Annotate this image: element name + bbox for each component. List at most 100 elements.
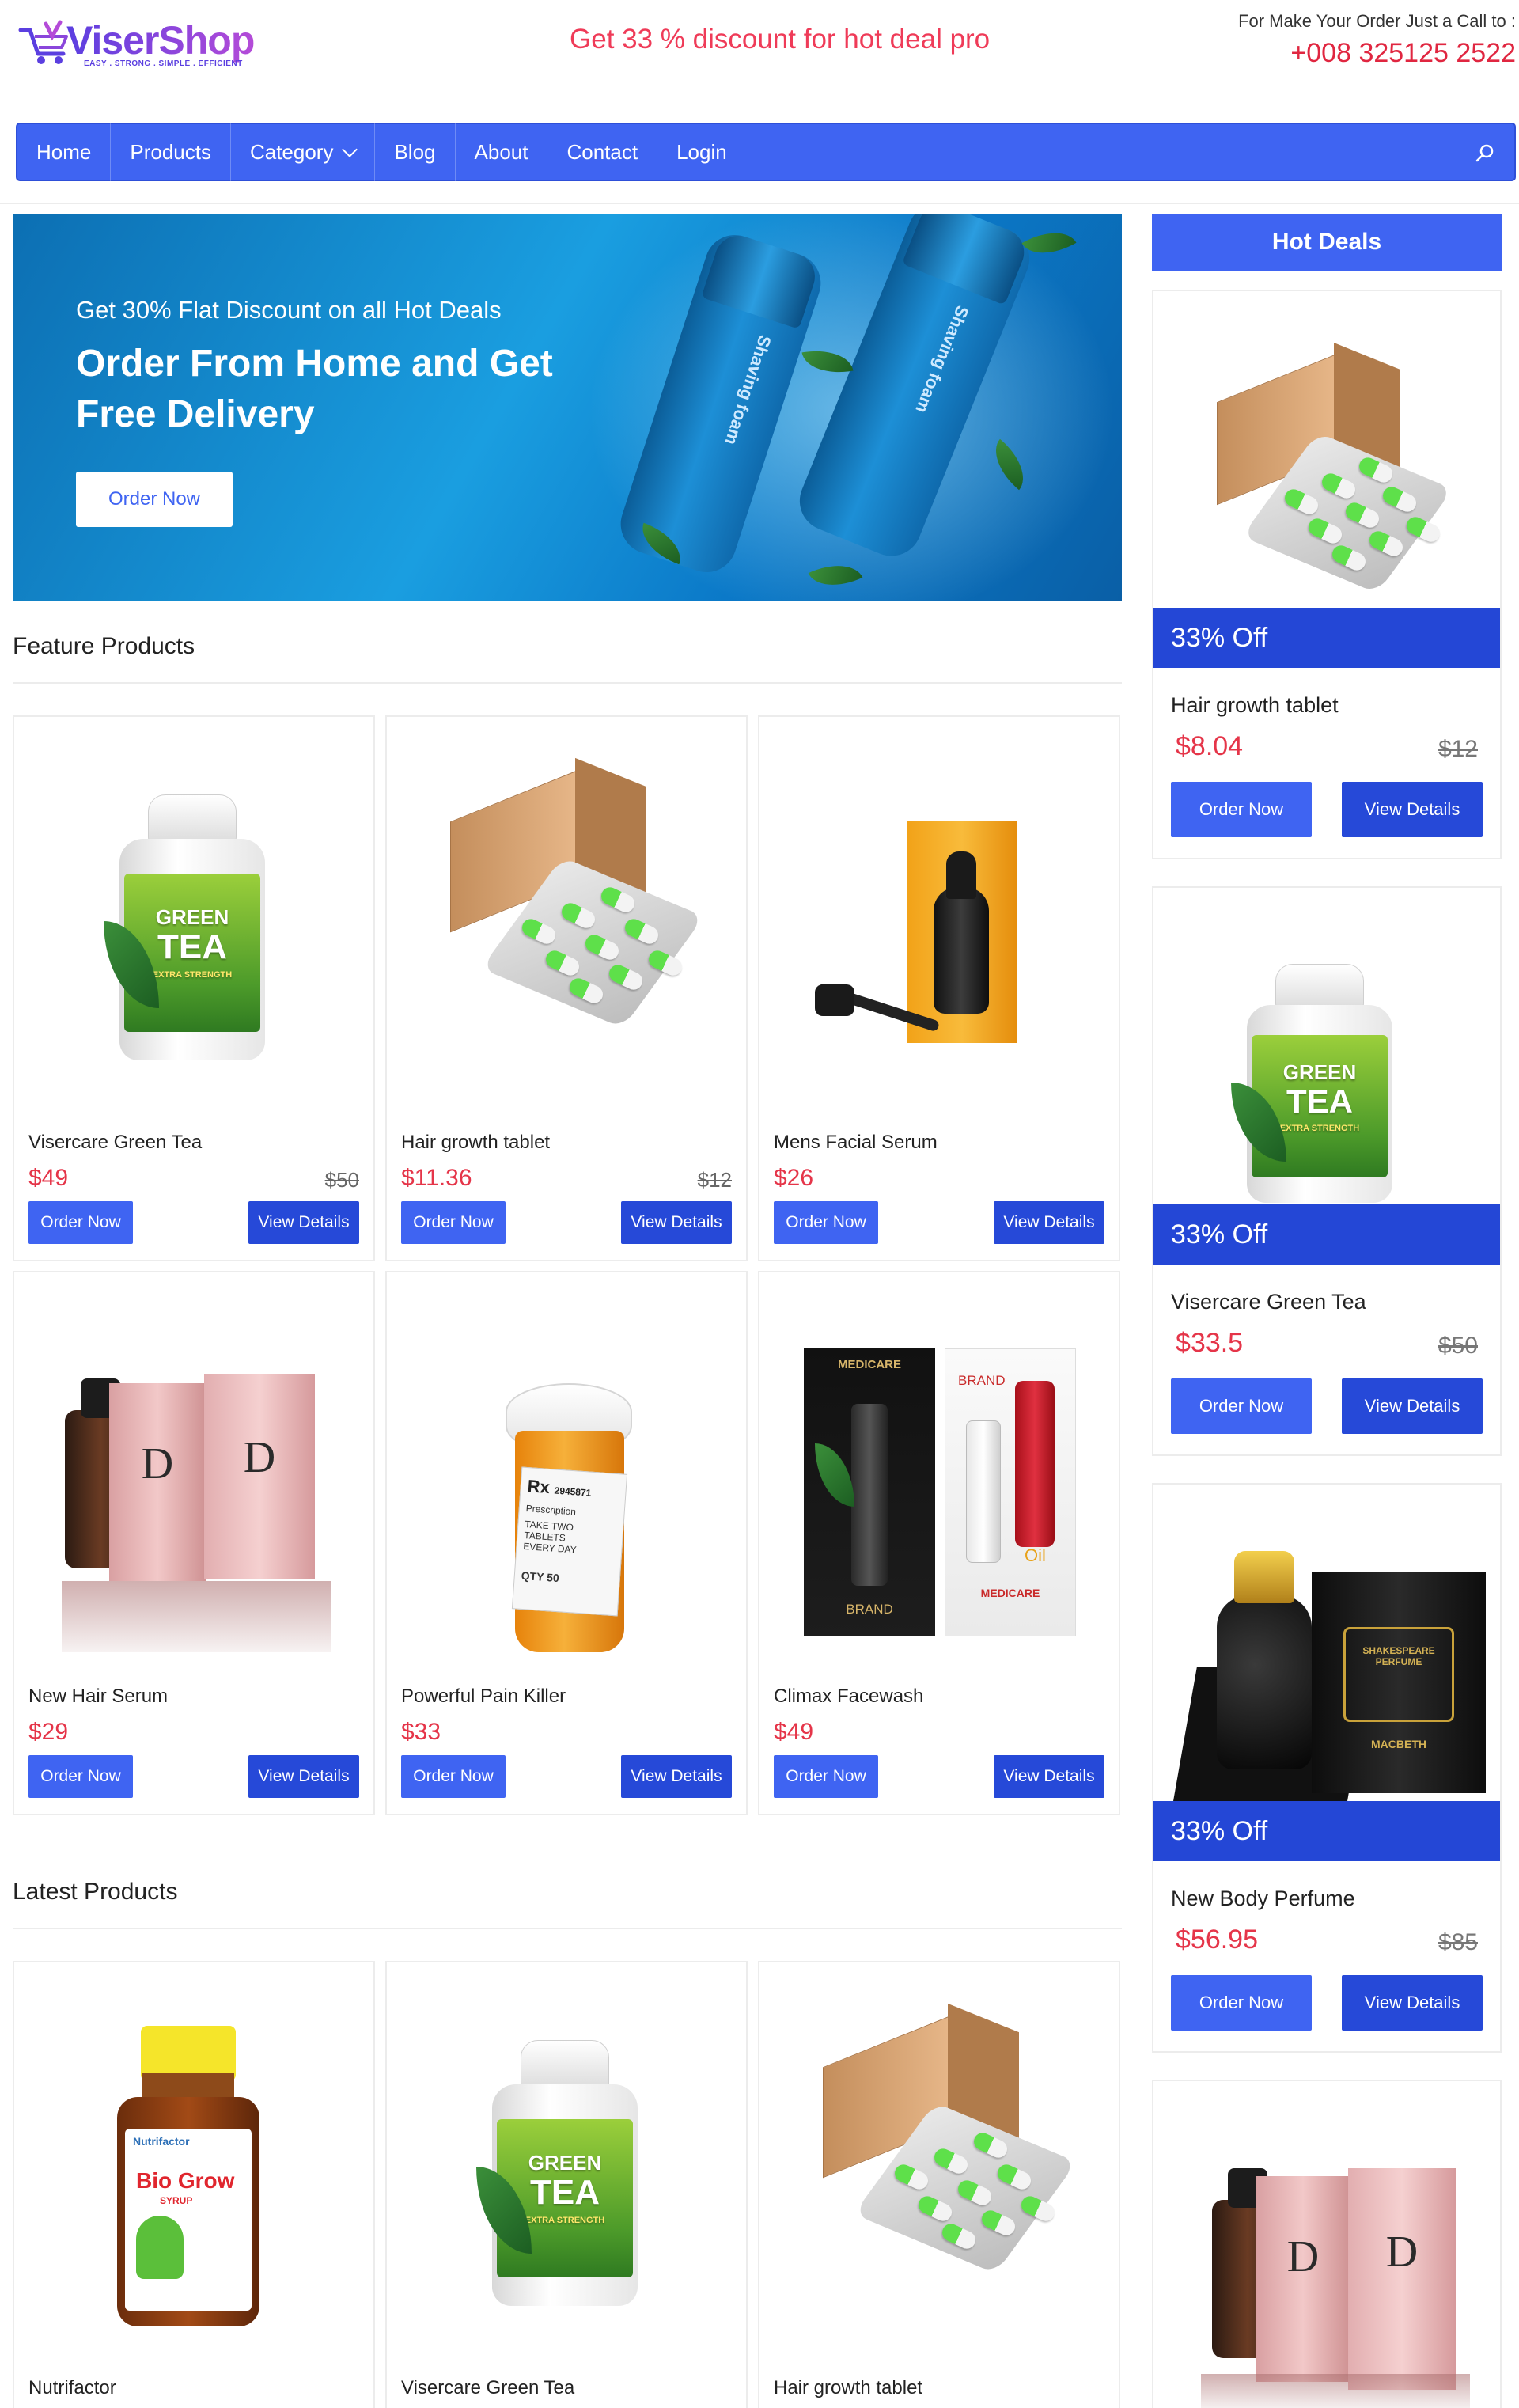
deal-product-name[interactable]: Visercare Green Tea	[1171, 1290, 1366, 1314]
view-details-button[interactable]: View Details	[1342, 1975, 1483, 2031]
product-image[interactable]	[760, 717, 1119, 1113]
product-name[interactable]: Visercare Green Tea	[28, 1132, 202, 1154]
order-now-button[interactable]: Order Now	[1171, 782, 1312, 837]
serum-box: D	[109, 1383, 206, 1581]
nav-about[interactable]: About	[456, 123, 548, 181]
product-name[interactable]: New Hair Serum	[28, 1686, 168, 1708]
order-now-button[interactable]: Order Now	[28, 1201, 133, 1244]
box-letter: D	[1286, 2232, 1320, 2281]
dropper-bulb	[946, 851, 976, 899]
view-details-button[interactable]: View Details	[248, 1755, 359, 1798]
order-now-button[interactable]: Order Now	[1171, 1378, 1312, 1434]
product-name[interactable]: Hair growth tablet	[401, 1132, 550, 1154]
presc-text: Prescription	[525, 1503, 577, 1518]
order-now-button[interactable]: Order Now	[401, 1755, 506, 1798]
logo-name: ViserShop	[66, 18, 255, 63]
product-price: $49	[774, 1719, 814, 1745]
order-now-button[interactable]: Order Now	[1171, 1975, 1312, 2031]
product-card[interactable]: Nutrifactor Bio Grow SYRUP Nutrifactor	[13, 1961, 375, 2408]
order-now-button[interactable]: Order Now	[774, 1201, 878, 1244]
product-card[interactable]: Hair growth tablet	[758, 1961, 1120, 2408]
hot-deal-card[interactable]: SHAKESPEARE PERFUME MACBETH 33% Off New …	[1152, 1483, 1502, 2053]
order-now-button[interactable]: Order Now	[774, 1755, 878, 1798]
product-card[interactable]: Hair growth tablet $11.36 $12 Order Now …	[385, 715, 748, 1261]
box-brand: BRAND	[846, 1602, 893, 1617]
deal-old-price: $50	[1438, 1333, 1478, 1359]
nav-blog[interactable]: Blog	[375, 123, 456, 181]
view-details-button[interactable]: View Details	[621, 1201, 732, 1244]
nav-home-label: Home	[36, 139, 92, 164]
product-image[interactable]: GREEN TEA EXTRA STRENGTH	[387, 1962, 746, 2358]
product-name[interactable]: Climax Facewash	[774, 1686, 923, 1708]
product-card[interactable]: GREEN TEA EXTRA STRENGTH Visercare Green…	[13, 715, 375, 1261]
view-details-button[interactable]: View Details	[248, 1201, 359, 1244]
jar-lid	[148, 794, 237, 844]
product-card[interactable]: Rx 2945871 Prescription TAKE TWO TABLETS…	[385, 1271, 748, 1815]
syrup-label: Nutrifactor Bio Grow SYRUP	[125, 2129, 252, 2311]
view-details-button[interactable]: View Details	[994, 1755, 1104, 1798]
dropper-cap	[815, 984, 854, 1016]
hot-deal-card[interactable]: 33% Off Hair growth tablet $8.04 $12 Ord…	[1152, 290, 1502, 859]
nav-products[interactable]: Products	[111, 123, 231, 181]
product-image[interactable]: GREEN TEA EXTRA STRENGTH	[14, 717, 373, 1113]
deal-image[interactable]	[1153, 291, 1500, 608]
deal-image[interactable]: D D	[1153, 2081, 1500, 2408]
product-old-price: $50	[324, 1168, 359, 1192]
search-icon[interactable]	[1473, 142, 1497, 165]
nav-blog-label: Blog	[394, 139, 436, 164]
view-details-button[interactable]: View Details	[1342, 1378, 1483, 1434]
product-price: $49	[28, 1165, 69, 1191]
green-tea-jar: GREEN TEA EXTRA STRENGTH	[1231, 964, 1399, 1203]
nav-category[interactable]: Category	[231, 123, 376, 181]
product-card[interactable]: Mens Facial Serum $26 Order Now View Det…	[758, 715, 1120, 1261]
product-image[interactable]	[760, 1962, 1119, 2358]
chevron-down-icon	[342, 142, 358, 157]
product-card[interactable]: GREEN TEA EXTRA STRENGTH Visercare Green…	[385, 1961, 748, 2408]
nav-login[interactable]: Login	[657, 123, 746, 181]
product-price: $33	[401, 1719, 441, 1745]
product-name[interactable]: Mens Facial Serum	[774, 1132, 938, 1154]
deal-product-name[interactable]: Hair growth tablet	[1171, 693, 1339, 718]
product-image[interactable]: MEDICARE BRAND BRAND Oil MEDICARE	[760, 1272, 1119, 1668]
call-phone[interactable]: +008 325125 2522	[1152, 38, 1516, 69]
prescription-label: Rx 2945871 Prescription TAKE TWO TABLETS…	[511, 1466, 628, 1617]
product-image[interactable]: Nutrifactor Bio Grow SYRUP	[14, 1962, 373, 2358]
product-image[interactable]: Rx 2945871 Prescription TAKE TWO TABLETS…	[387, 1272, 746, 1668]
deal-price: $56.95	[1176, 1925, 1258, 1955]
rx-number: 2945871	[554, 1485, 592, 1499]
view-details-button[interactable]: View Details	[1342, 782, 1483, 837]
deal-product-name[interactable]: New Body Perfume	[1171, 1887, 1355, 1911]
hot-deal-card[interactable]: GREEN TEA EXTRA STRENGTH 33% Off Viserca…	[1152, 886, 1502, 1456]
product-name[interactable]: Hair growth tablet	[774, 2377, 922, 2399]
order-now-button[interactable]: Order Now	[28, 1755, 133, 1798]
product-image[interactable]	[387, 717, 746, 1113]
deal-image[interactable]: GREEN TEA EXTRA STRENGTH	[1153, 888, 1500, 1204]
product-name[interactable]: Powerful Pain Killer	[401, 1686, 566, 1708]
product-card[interactable]: D D New Hair Serum $29 Order Now View De…	[13, 1271, 375, 1815]
section-divider	[13, 682, 1122, 684]
perfume-frame: SHAKESPEARE PERFUME	[1343, 1627, 1454, 1722]
deal-price: $8.04	[1176, 731, 1244, 761]
view-details-button[interactable]: View Details	[621, 1755, 732, 1798]
site-logo[interactable]: ViserShop EASY . STRONG . SIMPLE . EFFIC…	[17, 16, 271, 71]
product-image[interactable]: D D	[14, 1272, 373, 1668]
nav-contact[interactable]: Contact	[547, 123, 658, 181]
jar-lid	[1275, 964, 1364, 1010]
deal-old-price: $85	[1438, 1929, 1478, 1955]
hero-order-button[interactable]: Order Now	[76, 472, 233, 527]
nav-home[interactable]: Home	[17, 123, 112, 181]
call-label: For Make Your Order Just a Call to :	[1238, 11, 1516, 31]
hot-deal-card[interactable]: D D	[1152, 2080, 1502, 2408]
perfume-label: SHAKESPEARE PERFUME	[1362, 1645, 1435, 1667]
box-brand: MEDICARE	[837, 1358, 901, 1371]
box-letter: D	[1385, 2228, 1419, 2277]
view-details-button[interactable]: View Details	[994, 1201, 1104, 1244]
facewash-box-black: MEDICARE BRAND	[804, 1348, 935, 1636]
green-tea-jar: GREEN TEA EXTRA STRENGTH	[476, 2040, 644, 2309]
product-name[interactable]: Nutrifactor	[28, 2377, 116, 2399]
deal-image[interactable]: SHAKESPEARE PERFUME MACBETH	[1153, 1485, 1500, 1801]
product-card[interactable]: MEDICARE BRAND BRAND Oil MEDICARE Climax…	[758, 1271, 1120, 1815]
order-now-button[interactable]: Order Now	[401, 1201, 506, 1244]
nav-login-label: Login	[676, 139, 727, 164]
product-name[interactable]: Visercare Green Tea	[401, 2377, 574, 2399]
